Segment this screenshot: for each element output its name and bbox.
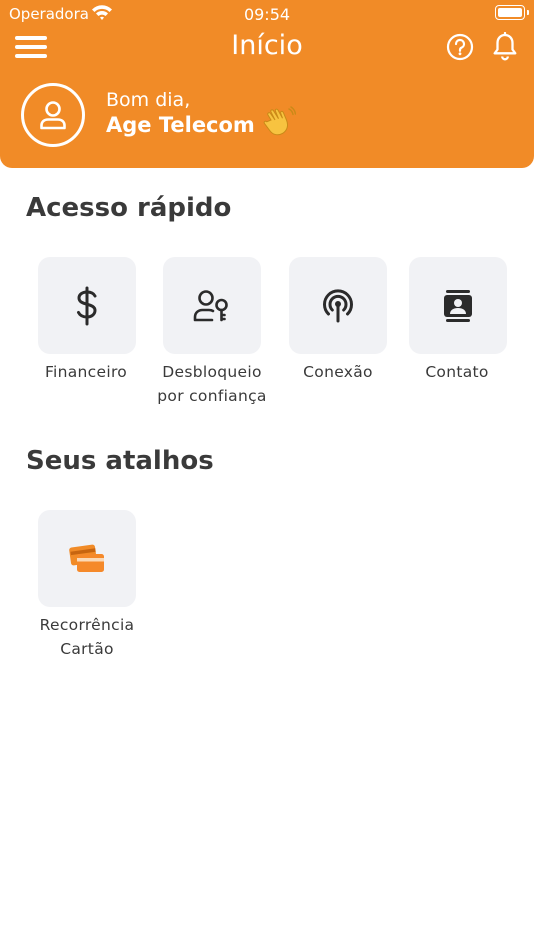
antenna-icon: [323, 288, 353, 322]
greeting-text: Bom dia,: [106, 89, 191, 111]
waving-hand-icon: [263, 106, 296, 136]
quick-access-label: Desbloqueio por confiança: [157, 363, 267, 405]
dollar-icon: [77, 286, 97, 325]
help-button[interactable]: [446, 33, 474, 61]
status-bar: Operadora 09:54: [0, 0, 534, 28]
app-header: Operadora 09:54 Início Bom dia, Age Tele…: [0, 0, 534, 168]
shortcuts-title: Seus atalhos: [26, 446, 214, 476]
quick-access-label: Financeiro: [44, 363, 128, 381]
user-name: Age Telecom: [106, 113, 255, 137]
quick-access-contato[interactable]: [409, 257, 507, 354]
quick-access-financeiro[interactable]: [38, 257, 136, 354]
shortcut-recorrencia-cartao[interactable]: [38, 510, 136, 607]
user-key-icon: [193, 289, 228, 321]
shortcut-label: Recorrência Cartão: [39, 616, 135, 658]
quick-access-conexao[interactable]: [289, 257, 387, 354]
battery-icon: [495, 5, 529, 20]
credit-cards-icon: [69, 544, 104, 572]
question-icon: [446, 33, 474, 61]
status-time: 09:54: [243, 5, 291, 24]
avatar[interactable]: [21, 83, 85, 147]
contact-card-icon: [444, 289, 472, 322]
notifications-button[interactable]: [492, 31, 518, 62]
bell-icon: [493, 31, 517, 61]
quick-access-desbloqueio[interactable]: [163, 257, 261, 354]
quick-access-title: Acesso rápido: [26, 193, 232, 223]
user-icon: [40, 101, 66, 130]
quick-access-label: Contato: [425, 363, 489, 381]
